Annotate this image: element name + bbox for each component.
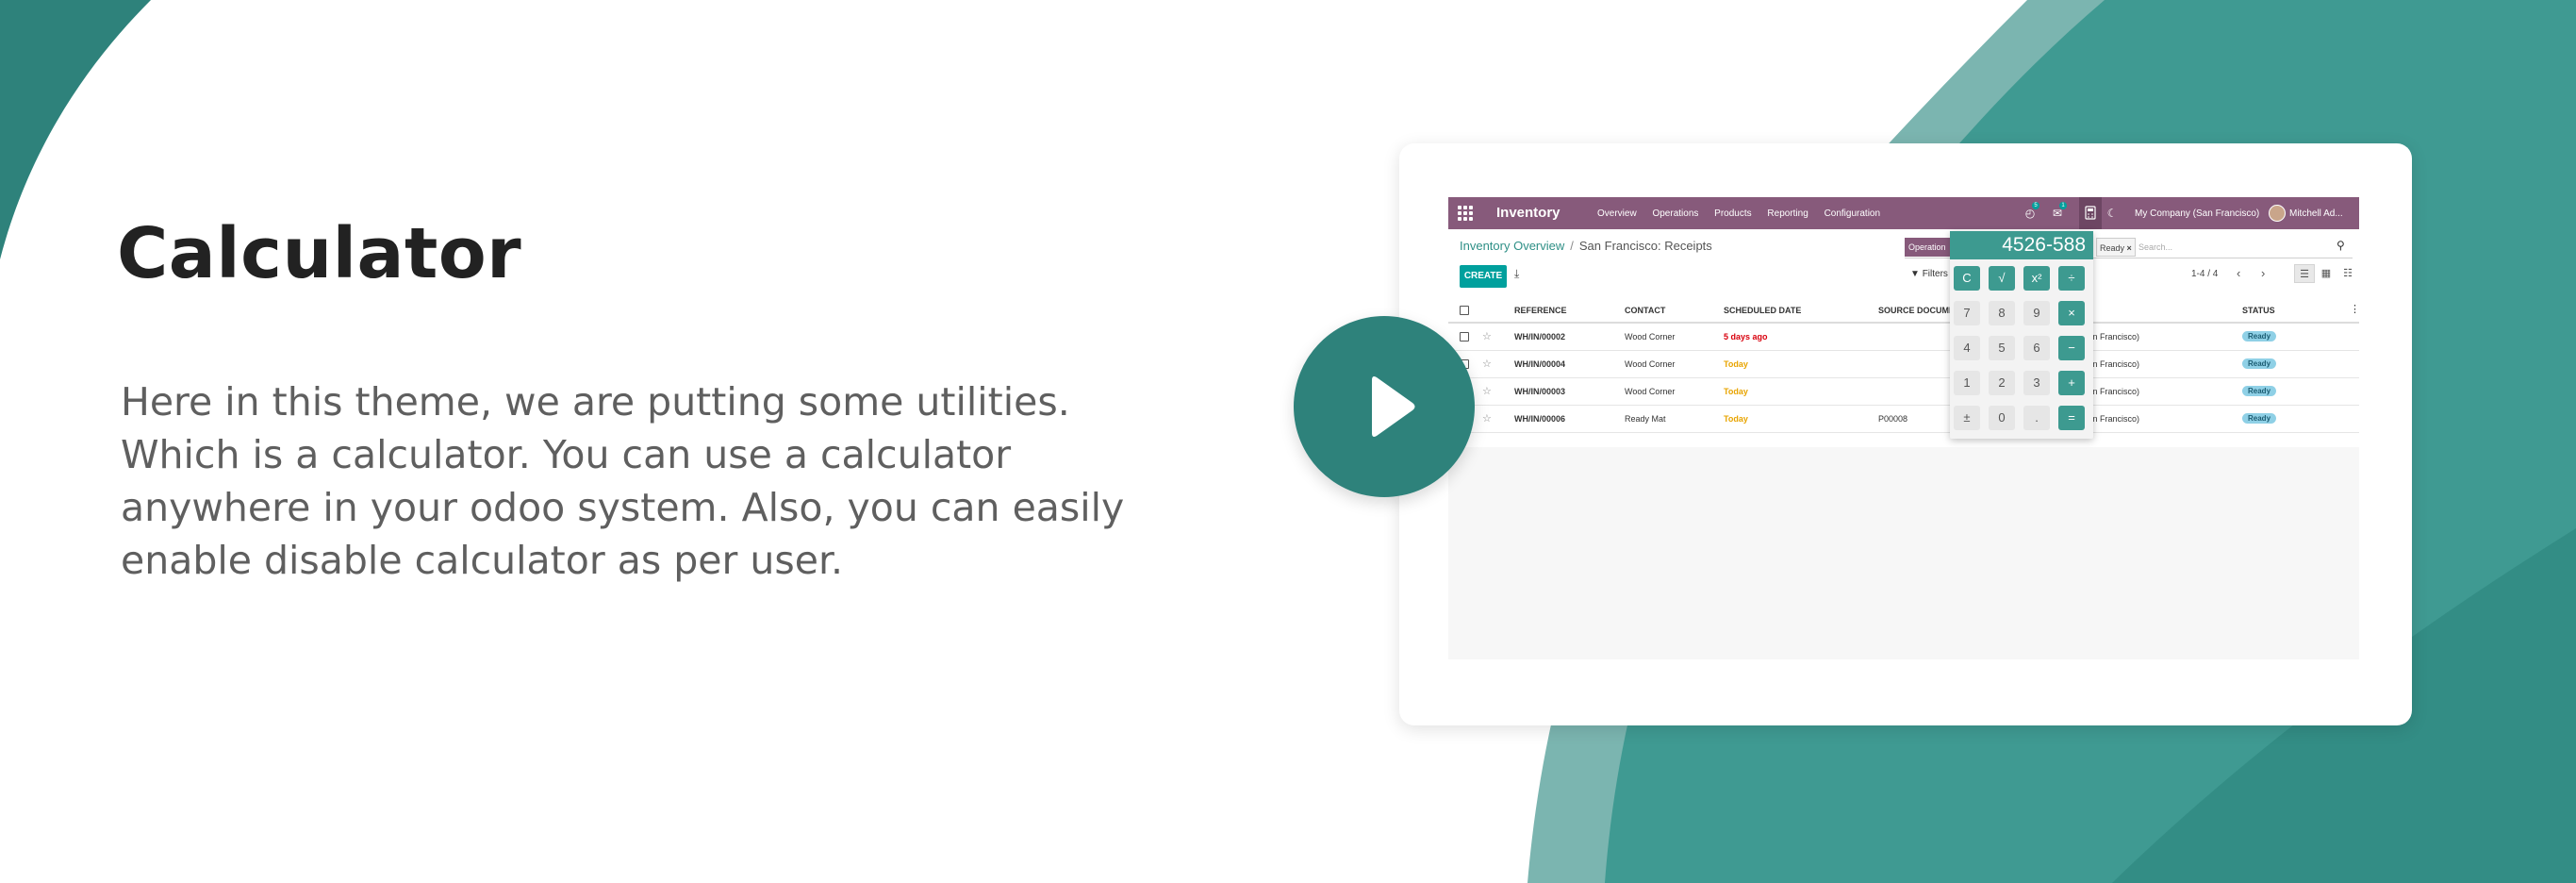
calc-key-subtract[interactable]: − — [2058, 336, 2085, 360]
create-button[interactable]: CREATE — [1460, 265, 1507, 288]
search-icon[interactable]: ⚲ — [2337, 239, 2345, 252]
search-facet-ready[interactable]: Ready × — [2096, 238, 2136, 257]
pager-value[interactable]: 1-4 / 4 — [2191, 269, 2218, 279]
cell-contact: Wood Corner — [1625, 359, 1676, 369]
play-button[interactable] — [1294, 316, 1475, 497]
calc-key-5[interactable]: 5 — [1989, 336, 2015, 360]
header-status[interactable]: STATUS — [2242, 306, 2275, 315]
menu-item-overview[interactable]: Overview — [1597, 208, 1637, 219]
calc-key-square[interactable]: x² — [2023, 266, 2050, 291]
company-switcher[interactable]: My Company (San Francisco) — [2135, 208, 2259, 219]
table-row[interactable]: ☆ WH/IN/00002 Wood Corner 5 days ago r (… — [1448, 324, 2359, 351]
star-icon[interactable]: ☆ — [1482, 358, 1492, 370]
cell-scheduled-date: Today — [1724, 359, 1748, 369]
calc-key-6[interactable]: 6 — [2023, 336, 2050, 360]
cell-reference: WH/IN/00006 — [1514, 414, 1566, 424]
status-badge: Ready — [2242, 386, 2277, 396]
download-icon[interactable]: ⤓ — [1514, 267, 1519, 281]
cell-source-document: P00008 — [1878, 414, 1908, 424]
calc-key-decimal[interactable]: . — [2023, 406, 2050, 430]
moon-icon[interactable]: ☾ — [2105, 206, 2120, 221]
status-badge: Ready — [2242, 413, 2277, 424]
app-brand[interactable]: Inventory — [1496, 205, 1560, 221]
cell-reference: WH/IN/00004 — [1514, 359, 1566, 369]
header-contact[interactable]: CONTACT — [1625, 306, 1665, 315]
menu-item-configuration[interactable]: Configuration — [1825, 208, 1880, 219]
apps-grid-icon[interactable] — [1458, 206, 1473, 221]
filters-button[interactable]: ▼ Filters — [1910, 269, 1948, 279]
table-header: REFERENCE CONTACT SCHEDULED DATE SOURCE … — [1448, 297, 2359, 324]
calc-key-8[interactable]: 8 — [1989, 301, 2015, 325]
calc-key-clear[interactable]: C — [1954, 266, 1980, 291]
search-facet-ready-label: Ready — [2100, 243, 2125, 253]
more-columns-icon[interactable]: ⋮ — [2350, 303, 2359, 315]
close-icon[interactable]: × — [2127, 243, 2132, 253]
main-menu: Overview Operations Products Reporting C… — [1597, 208, 1893, 219]
filter-icon: ▼ — [1910, 269, 1920, 279]
calc-key-sqrt[interactable]: √ — [1989, 266, 2015, 291]
menu-item-reporting[interactable]: Reporting — [1767, 208, 1808, 219]
cell-contact: Wood Corner — [1625, 387, 1676, 396]
calc-key-add[interactable]: + — [2058, 371, 2085, 395]
cell-reference: WH/IN/00002 — [1514, 332, 1566, 342]
calc-key-multiply[interactable]: × — [2058, 301, 2085, 325]
breadcrumb: Inventory Overview / San Francisco: Receip… — [1460, 239, 1712, 253]
calc-key-0[interactable]: 0 — [1989, 406, 2015, 430]
calendar-view-icon[interactable]: ☷ — [2337, 264, 2358, 283]
breadcrumb-parent[interactable]: Inventory Overview — [1460, 239, 1564, 253]
top-navbar: Inventory Overview Operations Products R… — [1448, 197, 2359, 229]
search-facet-operation[interactable]: Operation — [1905, 238, 1950, 257]
chevron-right-icon[interactable]: › — [2261, 266, 2265, 280]
calculator-icon — [2085, 206, 2096, 220]
calc-key-4[interactable]: 4 — [1954, 336, 1980, 360]
status-badge: Ready — [2242, 331, 2277, 342]
calc-key-7[interactable]: 7 — [1954, 301, 1980, 325]
cell-reference: WH/IN/00003 — [1514, 387, 1566, 396]
list-view-icon[interactable]: ☰ — [2294, 264, 2315, 283]
star-icon[interactable]: ☆ — [1482, 330, 1492, 342]
avatar[interactable] — [2269, 205, 2286, 222]
table-row[interactable]: ☆ WH/IN/00003 Wood Corner Today r (San F… — [1448, 378, 2359, 406]
calc-key-2[interactable]: 2 — [1989, 371, 2015, 395]
activity-badge: 5 — [2032, 202, 2039, 209]
header-reference[interactable]: REFERENCE — [1514, 306, 1567, 315]
calculator-toggle[interactable] — [2079, 197, 2102, 229]
header-scheduled-date[interactable]: SCHEDULED DATE — [1724, 306, 1801, 315]
user-menu[interactable]: Mitchell Ad... — [2289, 208, 2343, 219]
search-input[interactable]: Search... — [2138, 242, 2172, 252]
calculator-display: 4526-588 — [1950, 231, 2093, 259]
table-row[interactable]: ☆ WH/IN/00006 Ready Mat Today P00008 r (… — [1448, 406, 2359, 433]
cell-scheduled-date: Today — [1724, 387, 1748, 396]
table-row[interactable]: ☆ WH/IN/00004 Wood Corner Today r (San F… — [1448, 351, 2359, 378]
calc-key-negate[interactable]: ± — [1954, 406, 1980, 430]
calc-key-equals[interactable]: = — [2058, 406, 2085, 430]
star-icon[interactable]: ☆ — [1482, 385, 1492, 397]
cell-contact: Ready Mat — [1625, 414, 1666, 424]
kanban-view-icon[interactable]: ▦ — [2316, 264, 2337, 283]
header-source-document[interactable]: SOURCE DOCUME — [1878, 306, 1955, 315]
breadcrumb-separator: / — [1570, 239, 1574, 253]
calculator-popup: 4526-588 C √ x² ÷ 7 8 9 × 4 5 6 − 1 2 3 … — [1950, 231, 2093, 439]
calc-key-9[interactable]: 9 — [2023, 301, 2050, 325]
list-empty-area — [1448, 447, 2359, 659]
cell-scheduled-date: Today — [1724, 414, 1748, 424]
hero-title: Calculator — [117, 213, 522, 294]
menu-item-products[interactable]: Products — [1714, 208, 1751, 219]
calc-key-1[interactable]: 1 — [1954, 371, 1980, 395]
breadcrumb-current: San Francisco: Receipts — [1578, 239, 1712, 253]
menu-item-operations[interactable]: Operations — [1652, 208, 1698, 219]
hero-description: Here in this theme, we are putting some … — [121, 379, 1125, 583]
cell-scheduled-date: 5 days ago — [1724, 332, 1768, 342]
odoo-app-screenshot: Inventory Overview Operations Products R… — [1448, 197, 2359, 659]
star-icon[interactable]: ☆ — [1482, 412, 1492, 425]
status-badge: Ready — [2242, 358, 2277, 369]
select-all-checkbox[interactable] — [1460, 306, 1469, 315]
cell-contact: Wood Corner — [1625, 332, 1676, 342]
chevron-left-icon[interactable]: ‹ — [2237, 266, 2240, 280]
messages-badge: 1 — [2059, 202, 2067, 209]
filters-label: Filters — [1922, 269, 1948, 279]
calc-key-divide[interactable]: ÷ — [2058, 266, 2085, 291]
calc-key-3[interactable]: 3 — [2023, 371, 2050, 395]
play-icon — [1372, 376, 1415, 437]
